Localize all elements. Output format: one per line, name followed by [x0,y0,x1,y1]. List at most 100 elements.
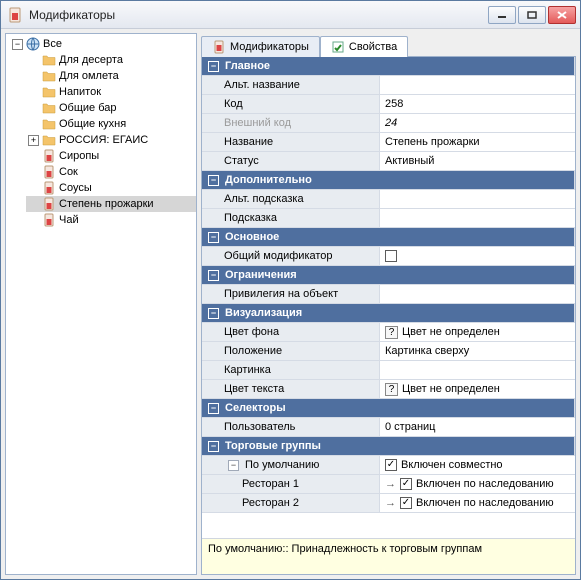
tabs: Модификаторы Свойства [201,33,576,56]
folder-icon [42,133,56,147]
tree-item[interactable]: Общие бар [26,100,196,116]
prop-row-position[interactable]: Положение Картинка сверху [202,342,575,361]
prop-row-user[interactable]: Пользователь 0 страниц [202,418,575,437]
prop-row-fg-color[interactable]: Цвет текста ?Цвет не определен [202,380,575,399]
section-additional[interactable]: −Дополнительно [202,171,575,190]
tree-item-label: Сок [59,166,78,178]
expand-icon[interactable]: + [28,135,39,146]
tree-item-label: Соусы [59,182,92,194]
common-modifier-checkbox[interactable] [385,250,397,262]
folder-icon [42,69,56,83]
tree-item-label: Для омлета [59,70,119,82]
undefined-color-icon: ? [385,326,398,339]
hint-text: По умолчанию:: Принадлежность к торговым… [208,543,482,555]
tree-item[interactable]: Степень прожарки [26,196,196,212]
app-window: Модификаторы − Все Для десерта Для омлета… [0,0,581,580]
modifier-icon [42,213,56,227]
collapse-icon[interactable]: − [208,61,219,72]
modifier-icon [42,149,56,163]
tree-spacer [28,199,39,210]
hint-bar: По умолчанию:: Принадлежность к торговым… [202,538,575,574]
titlebar: Модификаторы [1,1,580,29]
right-pane: Модификаторы Свойства −Главное Альт. наз… [201,33,576,575]
tree-item[interactable]: Общие кухня [26,116,196,132]
collapse-icon[interactable]: − [208,175,219,186]
rest2-checkbox[interactable]: ✓ [400,497,412,509]
tree-item-label: Сиропы [59,150,99,162]
tree-item[interactable]: Чай [26,212,196,228]
tree-root-label: Все [43,38,62,50]
section-visual[interactable]: −Визуализация [202,304,575,323]
prop-row-alt-name[interactable]: Альт. название [202,76,575,95]
prop-row-common-modifier[interactable]: Общий модификатор [202,247,575,266]
tree-item[interactable]: Напиток [26,84,196,100]
modifier-icon [42,181,56,195]
window-title: Модификаторы [29,8,488,22]
prop-row-rest1[interactable]: Ресторан 1 →✓Включен по наследованию [202,475,575,494]
prop-row-status[interactable]: Статус Активный [202,152,575,171]
collapse-icon[interactable]: − [208,441,219,452]
prop-row-alt-tip[interactable]: Альт. подсказка [202,190,575,209]
tree-pane: − Все Для десерта Для омлета Напиток Общие … [5,33,197,575]
prop-row-privilege[interactable]: Привилегия на объект [202,285,575,304]
tree-spacer [28,151,39,162]
inherit-icon: → [385,478,396,490]
collapse-icon[interactable]: − [228,460,239,471]
prop-row-default[interactable]: −По умолчанию ✓Включен совместно [202,456,575,475]
properties-panel: −Главное Альт. название Код 258 Внешний … [201,56,576,575]
prop-row-tip[interactable]: Подсказка [202,209,575,228]
section-main[interactable]: −Главное [202,57,575,76]
collapse-icon[interactable]: − [208,403,219,414]
tree-item-label: Общие бар [59,102,117,114]
tree-item[interactable]: Сиропы [26,148,196,164]
section-basic[interactable]: −Основное [202,228,575,247]
tree-spacer [28,103,39,114]
tree-root[interactable]: − Все [10,36,196,52]
prop-row-code[interactable]: Код 258 [202,95,575,114]
prop-row-ext-code[interactable]: Внешний код 24 [202,114,575,133]
tree-item-label: Для десерта [59,54,123,66]
modifier-icon [212,40,226,54]
collapse-icon[interactable]: − [208,232,219,243]
tree-spacer [28,119,39,130]
tab-modifiers[interactable]: Модификаторы [201,36,320,57]
tree-item[interactable]: + РОССИЯ: ЕГАИС [26,132,196,148]
tree-item[interactable]: Для десерта [26,52,196,68]
collapse-icon[interactable]: − [208,270,219,281]
folder-icon [42,85,56,99]
globe-icon [26,37,40,51]
folder-icon [42,117,56,131]
close-button[interactable] [548,6,576,24]
property-grid: −Главное Альт. название Код 258 Внешний … [202,57,575,538]
app-icon [7,7,23,23]
tree-spacer [28,183,39,194]
maximize-button[interactable] [518,6,546,24]
tree-item[interactable]: Сок [26,164,196,180]
tree: − Все Для десерта Для омлета Напиток Общие … [6,36,196,228]
default-checkbox[interactable]: ✓ [385,459,397,471]
tree-item[interactable]: Соусы [26,180,196,196]
rest1-checkbox[interactable]: ✓ [400,478,412,490]
prop-row-picture[interactable]: Картинка [202,361,575,380]
section-selectors[interactable]: −Селекторы [202,399,575,418]
tree-item[interactable]: Для омлета [26,68,196,84]
tree-item-label: РОССИЯ: ЕГАИС [59,134,148,146]
inherit-icon: → [385,497,396,509]
prop-row-rest2[interactable]: Ресторан 2 →✓Включен по наследованию [202,494,575,513]
section-tradegroups[interactable]: −Торговые группы [202,437,575,456]
collapse-icon[interactable]: − [208,308,219,319]
tree-spacer [28,87,39,98]
section-constraints[interactable]: −Ограничения [202,266,575,285]
tree-item-label: Степень прожарки [59,198,154,210]
modifier-icon [42,197,56,211]
folder-icon [42,53,56,67]
collapse-icon[interactable]: − [12,39,23,50]
minimize-button[interactable] [488,6,516,24]
tab-properties[interactable]: Свойства [320,36,408,57]
tree-spacer [28,215,39,226]
prop-row-bg-color[interactable]: Цвет фона ?Цвет не определен [202,323,575,342]
tree-spacer [28,167,39,178]
modifier-icon [42,165,56,179]
prop-row-name[interactable]: Название Степень прожарки [202,133,575,152]
tree-item-label: Общие кухня [59,118,126,130]
